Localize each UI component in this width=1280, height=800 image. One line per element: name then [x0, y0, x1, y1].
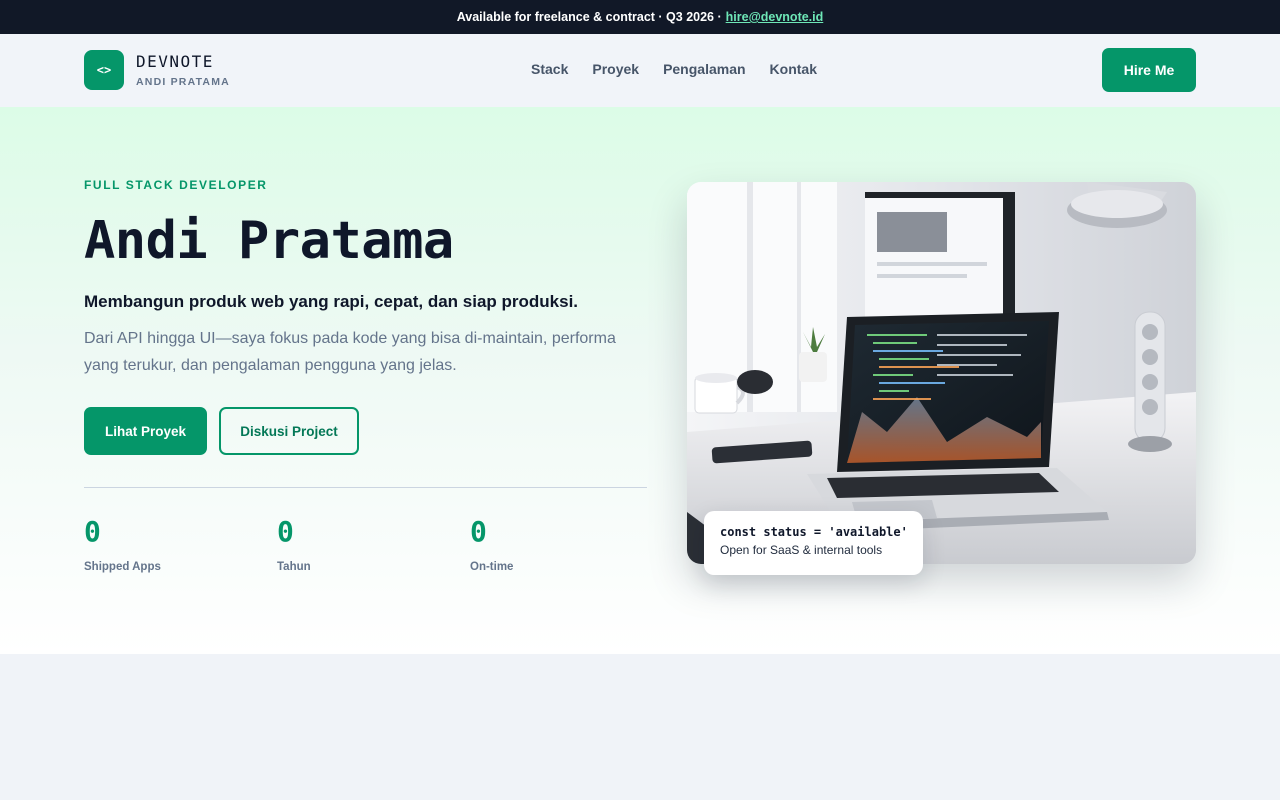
nav-link-kontak[interactable]: Kontak: [770, 61, 817, 77]
nav-link-pengalaman[interactable]: Pengalaman: [663, 61, 745, 77]
discuss-project-button[interactable]: Diskusi Project: [219, 407, 359, 455]
hero-description: Dari API hingga UI—saya fokus pada kode …: [84, 330, 616, 374]
hero-eyebrow: FULL STACK DEVELOPER: [84, 178, 268, 192]
nav-links: Stack Proyek Pengalaman Kontak: [531, 61, 817, 77]
navbar: <> DEVNOTE ANDI PRATAMA Stack Proyek Pen…: [0, 34, 1280, 107]
stat-shipped-apps: 0 Shipped Apps: [84, 515, 264, 573]
announcement-bar: Available for freelance & contract · Q3 …: [0, 0, 1280, 34]
status-subtitle: Open for SaaS & internal tools: [720, 543, 883, 557]
stats-divider: [84, 487, 647, 488]
nav-link-stack[interactable]: Stack: [531, 61, 568, 77]
stat-value: 0: [84, 515, 101, 548]
nav-link-proyek[interactable]: Proyek: [592, 61, 639, 77]
stat-years: 0 Tahun: [277, 515, 457, 573]
stat-label: Shipped Apps: [84, 561, 161, 573]
stat-value: 0: [277, 515, 294, 548]
hero-title: Andi Pratama: [84, 211, 454, 271]
email-link[interactable]: hire@devnote.id: [726, 10, 824, 24]
hire-me-button[interactable]: Hire Me: [1102, 48, 1196, 92]
status-code: const status = 'available': [720, 525, 908, 539]
code-icon[interactable]: <>: [84, 50, 124, 90]
brand-name[interactable]: DEVNOTE: [136, 52, 214, 71]
brand-subtitle: ANDI PRATAMA: [136, 76, 230, 88]
workspace-laptop-image: [687, 182, 1196, 564]
stat-label: On-time: [470, 561, 514, 573]
stat-value: 0: [470, 515, 487, 548]
status-card: const status = 'available' Open for SaaS…: [704, 511, 923, 575]
view-projects-button[interactable]: Lihat Proyek: [84, 407, 207, 455]
stat-label: Tahun: [277, 561, 311, 573]
announcement-text: Available for freelance & contract · Q3 …: [456, 10, 722, 24]
hero-tagline: Membangun produk web yang rapi, cepat, d…: [84, 292, 579, 311]
hero-section: FULL STACK DEVELOPER Andi Pratama Memban…: [0, 107, 1280, 654]
stat-on-time: 0 On-time: [470, 515, 650, 573]
